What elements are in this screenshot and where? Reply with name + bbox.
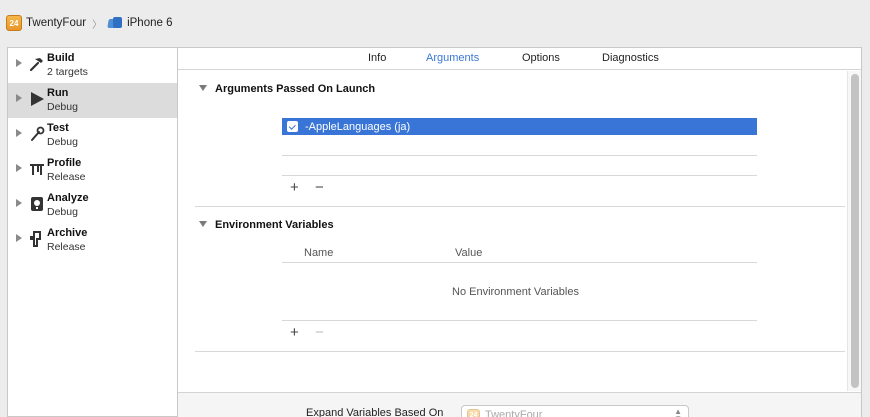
list-divider	[282, 320, 757, 321]
sidebar-item-sublabel: Release	[47, 241, 86, 253]
add-argument-button[interactable]: +	[290, 180, 299, 195]
column-header-name[interactable]: Name	[304, 247, 333, 259]
sidebar-item-label: Profile	[47, 157, 82, 169]
sidebar-item-label: Archive	[47, 227, 88, 239]
breadcrumb: 24 TwentyFour 〉 iPhone 6	[6, 15, 172, 31]
tab-arguments[interactable]: Arguments	[426, 52, 479, 64]
disclosure-triangle-icon[interactable]	[16, 234, 22, 242]
disclosure-triangle-icon[interactable]	[16, 59, 22, 67]
add-variable-button[interactable]: +	[290, 325, 299, 340]
disclosure-triangle-icon[interactable]	[16, 94, 22, 102]
hammer-icon	[28, 54, 46, 74]
target-app-icon: 24	[467, 408, 480, 417]
section-divider	[195, 206, 845, 207]
device-icon	[108, 17, 123, 29]
sidebar-item-sublabel: 2 targets	[47, 66, 88, 78]
expand-variables-label: Expand Variables Based On	[306, 407, 444, 417]
play-icon	[28, 89, 46, 109]
vertical-scrollbar[interactable]	[847, 71, 861, 391]
list-divider	[282, 175, 757, 176]
sidebar-item-archive[interactable]: Archive Release	[8, 223, 177, 258]
disclosure-triangle-icon[interactable]	[16, 129, 22, 137]
expand-variables-value: TwentyFour	[485, 409, 543, 417]
scrollbar-thumb[interactable]	[851, 74, 859, 388]
argument-value[interactable]: -AppleLanguages (ja)	[305, 121, 410, 133]
sidebar-item-label: Analyze	[47, 192, 89, 204]
tab-bar: Info Arguments Options Diagnostics	[178, 48, 861, 70]
breadcrumb-device[interactable]: iPhone 6	[127, 17, 172, 29]
arguments-section-title[interactable]: Arguments Passed On Launch	[199, 83, 375, 95]
sidebar-item-analyze[interactable]: Analyze Debug	[8, 188, 177, 223]
sidebar-item-build[interactable]: Build 2 targets	[8, 48, 177, 83]
sidebar-item-label: Build	[47, 52, 75, 64]
list-divider	[282, 155, 757, 156]
project-app-icon[interactable]: 24	[6, 15, 22, 31]
sidebar-item-profile[interactable]: Profile Release	[8, 153, 177, 188]
sidebar-item-test[interactable]: Test Debug	[8, 118, 177, 153]
breadcrumb-chevron-icon: 〉	[92, 19, 103, 31]
sidebar-item-sublabel: Debug	[47, 101, 78, 113]
scheme-action-sidebar: Build 2 targets Run Debug Test Debug Pro…	[7, 47, 177, 417]
disclosure-triangle-icon[interactable]	[16, 164, 22, 172]
argument-row[interactable]: -AppleLanguages (ja)	[282, 118, 757, 135]
sidebar-item-sublabel: Release	[47, 171, 86, 183]
scheme-editor-panel: Info Arguments Options Diagnostics Argum…	[177, 47, 862, 417]
disclosure-triangle-icon[interactable]	[16, 199, 22, 207]
sidebar-item-label: Test	[47, 122, 69, 134]
analyze-icon	[28, 194, 46, 214]
tab-options[interactable]: Options	[522, 52, 560, 64]
sidebar-item-label: Run	[47, 87, 69, 99]
up-down-chevron-icon: ▲▼	[674, 407, 682, 417]
sidebar-item-run[interactable]: Run Debug	[8, 83, 177, 118]
remove-variable-button: −	[315, 324, 324, 341]
toolbar: 24 TwentyFour 〉 iPhone 6	[0, 0, 870, 46]
tab-diagnostics[interactable]: Diagnostics	[602, 52, 659, 64]
arguments-content: Arguments Passed On Launch -AppleLanguag…	[178, 71, 848, 391]
tab-info[interactable]: Info	[368, 52, 386, 64]
wrench-icon	[28, 124, 46, 144]
expand-variables-bar: Expand Variables Based On 24 TwentyFour …	[178, 392, 861, 417]
list-divider	[282, 262, 757, 263]
breadcrumb-project[interactable]: TwentyFour	[26, 17, 86, 29]
argument-enabled-checkbox[interactable]	[287, 121, 298, 132]
expand-variables-select[interactable]: 24 TwentyFour ▲▼	[461, 405, 689, 417]
environment-section-title[interactable]: Environment Variables	[199, 219, 334, 231]
section-divider	[195, 351, 845, 352]
sidebar-item-sublabel: Debug	[47, 136, 78, 148]
sidebar-item-sublabel: Debug	[47, 206, 78, 218]
remove-argument-button[interactable]: −	[315, 180, 324, 195]
column-header-value[interactable]: Value	[455, 247, 482, 259]
empty-environment-message: No Environment Variables	[452, 286, 579, 298]
archive-icon	[28, 229, 46, 249]
instruments-icon	[28, 159, 46, 179]
